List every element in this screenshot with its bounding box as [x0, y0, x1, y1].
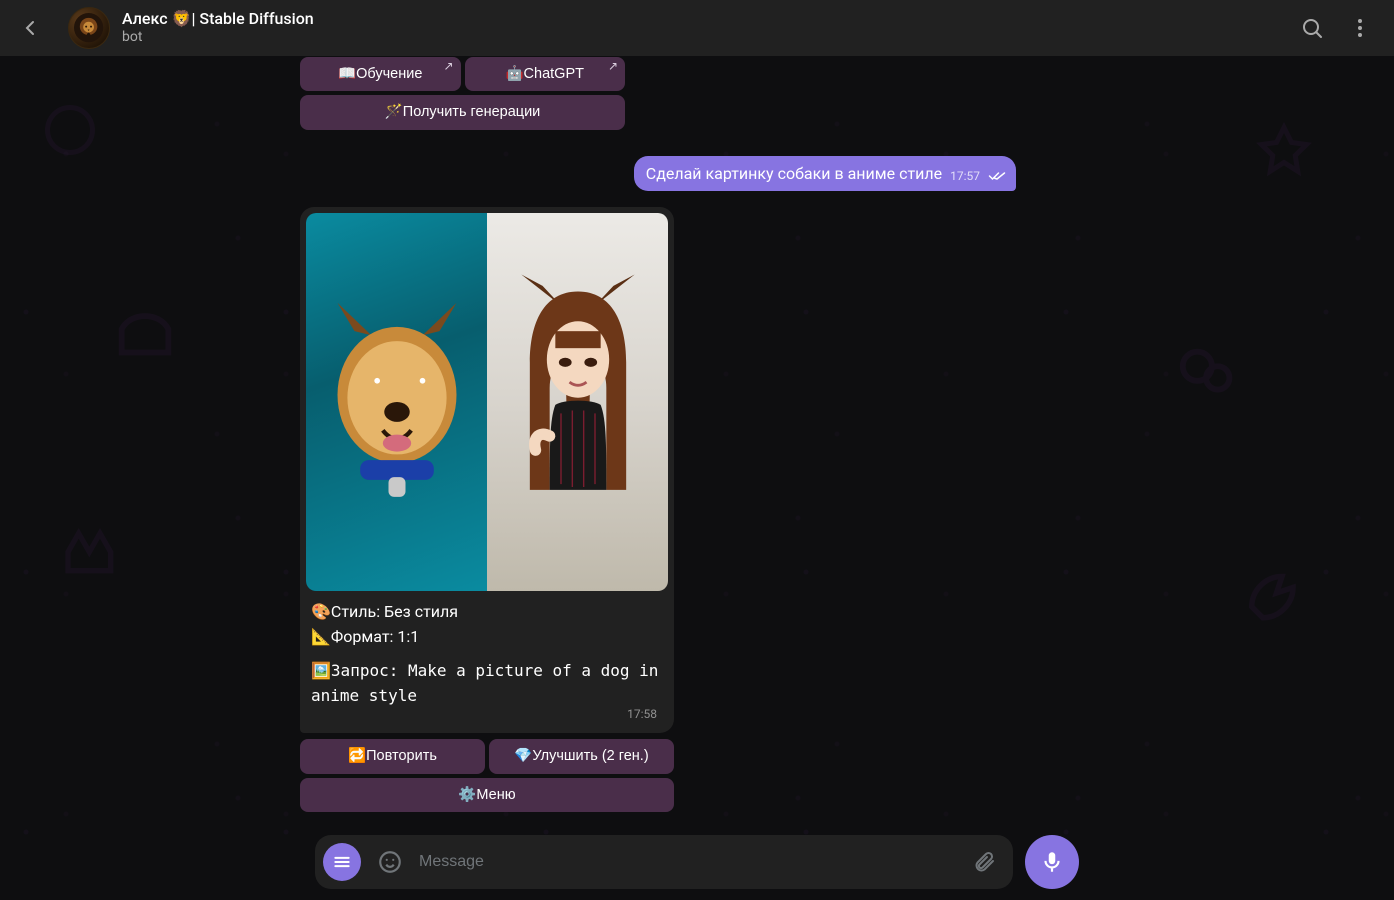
bot-menu-button[interactable]: [323, 843, 361, 881]
inline-keyboard-bottom-row2: ⚙️Меню: [300, 778, 674, 813]
image-girl-half: [487, 213, 668, 591]
chat-title: Алекс 🦁| Stable Diffusion: [122, 9, 1292, 29]
kb-get-gen-button[interactable]: 🪄Получить генерации: [300, 95, 625, 130]
read-checks-icon: [988, 169, 1006, 183]
arrow-left-icon: [18, 16, 42, 40]
image-dog-half: [306, 213, 487, 591]
generated-image[interactable]: [306, 213, 668, 591]
attach-button[interactable]: [967, 845, 1001, 879]
format-line: 📐Формат: 1:1: [311, 625, 663, 650]
query-line: 🖼️Запрос: Make a picture of a dog in ani…: [311, 659, 663, 709]
emoji-button[interactable]: [373, 845, 407, 879]
inline-keyboard-top: 📖Обучение ↗ 🤖ChatGPT ↗ 🪄Получить генерац…: [300, 57, 625, 130]
microphone-icon: [1039, 849, 1065, 875]
lion-avatar-icon: [73, 12, 104, 43]
composer: [0, 824, 1394, 900]
external-arrow-icon: ↗: [443, 60, 453, 72]
kb-training-button[interactable]: 📖Обучение ↗: [300, 57, 461, 92]
search-button[interactable]: [1292, 8, 1332, 48]
search-icon: [1300, 16, 1324, 40]
inline-keyboard-bottom-row1: 🔁Повторить 💎Улучшить (2 ген.): [300, 739, 674, 774]
external-arrow-icon: ↗: [608, 60, 618, 72]
chat-subtitle: bot: [122, 29, 1292, 47]
kb-get-gen-label: 🪄Получить генерации: [385, 104, 541, 120]
chat-header: Алекс 🦁| Stable Diffusion bot: [0, 0, 1394, 56]
kb-chatgpt-label: 🤖ChatGPT: [506, 66, 585, 82]
kb-menu-button[interactable]: ⚙️Меню: [300, 778, 674, 813]
voice-button[interactable]: [1025, 835, 1079, 889]
incoming-time: 17:58: [311, 707, 663, 721]
header-title-wrap[interactable]: Алекс 🦁| Stable Diffusion bot: [122, 9, 1292, 47]
message-input[interactable]: [419, 853, 955, 871]
avatar[interactable]: [68, 7, 110, 49]
kb-improve-label: 💎Улучшить (2 ген.): [514, 748, 648, 764]
outgoing-time: 17:57: [950, 169, 980, 183]
more-vertical-icon: [1348, 16, 1372, 40]
outgoing-text: Сделай картинку собаки в аниме стиле: [646, 164, 942, 183]
kb-repeat-button[interactable]: 🔁Повторить: [300, 739, 485, 774]
kb-repeat-label: 🔁Повторить: [348, 748, 437, 764]
kb-menu-label: ⚙️Меню: [458, 787, 515, 803]
back-button[interactable]: [10, 8, 50, 48]
more-button[interactable]: [1340, 8, 1380, 48]
composer-inner: [315, 835, 1013, 889]
chat-area[interactable]: 📖Обучение ↗ 🤖ChatGPT ↗ 🪄Получить генерац…: [0, 56, 1394, 824]
paperclip-icon: [972, 850, 996, 874]
incoming-message[interactable]: 🎨Стиль: Без стиля 📐Формат: 1:1 🖼️Запрос:…: [300, 207, 674, 733]
style-line: 🎨Стиль: Без стиля: [311, 600, 663, 625]
outgoing-message[interactable]: Сделай картинку собаки в аниме стиле 17:…: [634, 156, 1016, 191]
menu-lines-icon: [332, 852, 352, 872]
smile-icon: [377, 849, 403, 875]
kb-chatgpt-button[interactable]: 🤖ChatGPT ↗: [465, 57, 626, 92]
kb-improve-button[interactable]: 💎Улучшить (2 ген.): [489, 739, 674, 774]
kb-training-label: 📖Обучение: [338, 66, 422, 82]
